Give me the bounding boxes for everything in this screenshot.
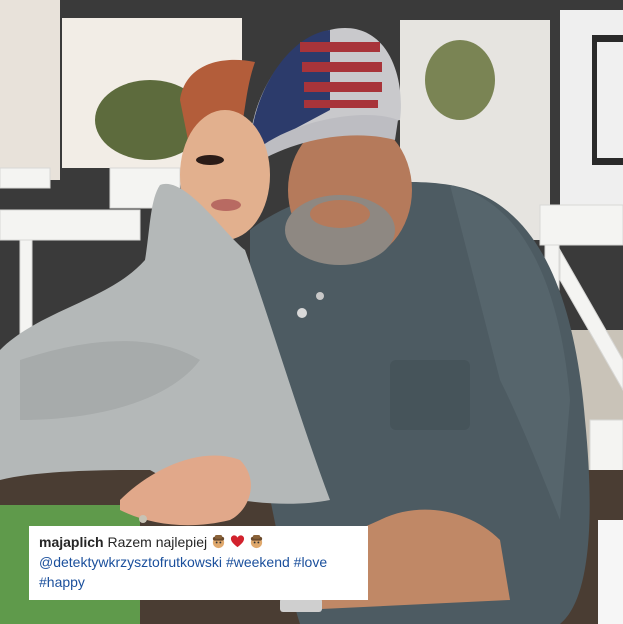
red-heart-icon	[230, 535, 244, 548]
mention-link[interactable]: @detektywkrzysztofrutkowski	[39, 554, 222, 570]
ring	[139, 515, 147, 523]
instagram-caption: majaplich Razem najlepiej @detektywkrzys…	[29, 526, 368, 600]
caption-line-2: @detektywkrzysztofrutkowski #weekend #lo…	[39, 552, 358, 572]
woman-lips	[211, 199, 241, 211]
hashtag-weekend[interactable]: #weekend	[226, 554, 290, 570]
caption-line-1: majaplich Razem najlepiej	[39, 532, 358, 552]
caption-username[interactable]: majaplich	[39, 534, 104, 550]
detective-emoji-icon	[212, 534, 225, 549]
shirt-button	[297, 308, 307, 318]
hashtag-love[interactable]: #love	[294, 554, 327, 570]
caption-text: Razem najlepiej	[107, 534, 208, 550]
detective-emoji-icon	[250, 534, 262, 549]
window-left	[0, 0, 60, 180]
hashtag-happy[interactable]: #happy	[39, 574, 85, 590]
watch	[280, 598, 322, 612]
caption-line-3: #happy	[39, 572, 358, 592]
paper-cup	[598, 520, 623, 624]
